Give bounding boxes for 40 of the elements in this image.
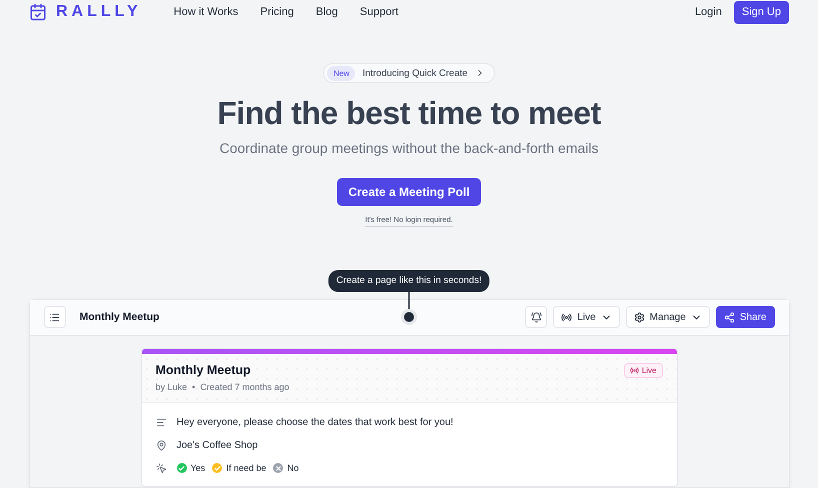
status-dropdown[interactable]: Live — [553, 306, 620, 328]
nav-link[interactable]: How it Works — [174, 6, 238, 18]
share-icon — [724, 312, 735, 323]
location-pin-icon — [156, 440, 166, 451]
brand-name: RALLLY — [56, 3, 142, 22]
pointer-click-icon — [156, 462, 166, 474]
share-button[interactable]: Share — [716, 306, 774, 328]
list-icon — [49, 312, 60, 323]
live-badge: Live — [624, 362, 662, 378]
poll-title: Monthly Meetup — [80, 311, 160, 324]
announcement-link[interactable]: New Introducing Quick Create — [323, 62, 495, 84]
bell-button[interactable] — [525, 306, 548, 328]
announcement-text: Introducing Quick Create — [362, 68, 468, 79]
description-text: Hey everyone, please choose the dates that work best for you! — [176, 416, 454, 428]
hint-tooltip: Create a page like this in seconds! — [328, 270, 490, 292]
create-poll-button[interactable]: Create a Meeting Poll — [337, 178, 481, 206]
sign-up-button[interactable]: Sign Up — [734, 0, 789, 24]
broadcast-icon — [630, 366, 639, 375]
login-link[interactable]: Login — [694, 6, 722, 18]
author-text: by Luke — [156, 382, 188, 392]
created-text: Created 7 months ago — [200, 382, 290, 392]
bell-icon — [530, 312, 542, 323]
description-icon — [156, 416, 166, 428]
manage-dropdown[interactable]: Manage — [626, 306, 710, 328]
separator-dot: • — [192, 382, 196, 392]
nav-link[interactable]: Support — [360, 6, 398, 18]
legend-label: Yes — [190, 463, 206, 474]
new-badge: New — [327, 66, 356, 81]
card-title: Monthly Meetup — [156, 362, 252, 377]
hero-subtitle: Coordinate group meetings without the back-and-forth emails — [220, 139, 598, 158]
list-button[interactable] — [44, 306, 66, 328]
legend-label: If need be — [226, 463, 266, 474]
nav-link[interactable]: Blog — [316, 6, 338, 18]
settings-icon — [634, 312, 645, 323]
calendar-check-icon — [29, 3, 47, 22]
hero-title: Find the best time to meet — [217, 94, 601, 134]
nav-link[interactable]: Pricing — [260, 6, 294, 18]
location-text: Joe's Coffee Shop — [176, 440, 258, 451]
broadcast-icon — [561, 312, 572, 323]
legend-label: No — [287, 463, 299, 474]
